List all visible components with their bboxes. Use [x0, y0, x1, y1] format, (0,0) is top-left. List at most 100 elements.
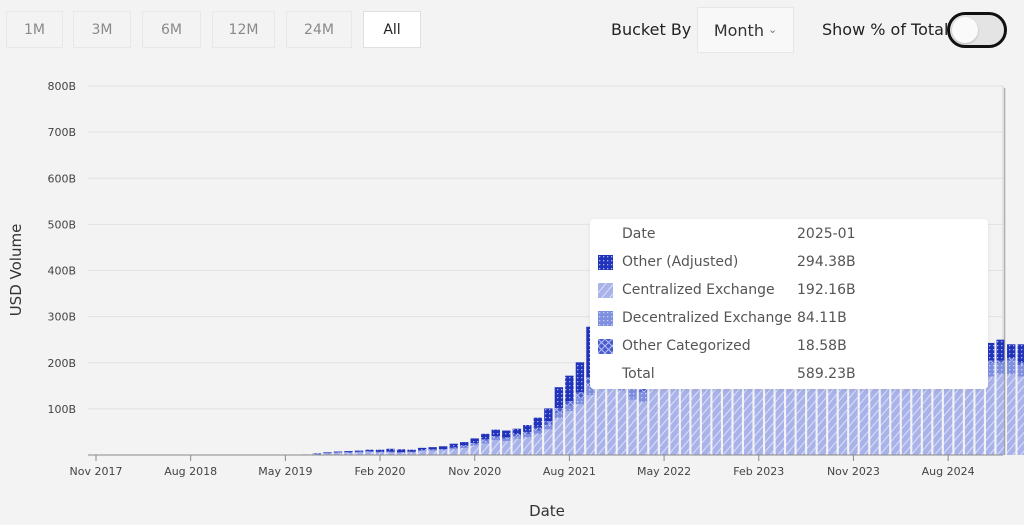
bar-segment-decentralized-exchange[interactable]: [491, 437, 500, 441]
bar-segment-other-categorized[interactable]: [428, 449, 437, 451]
bar-segment-other-adjusted[interactable]: [438, 446, 448, 450]
bar-segment-other-categorized[interactable]: [460, 445, 469, 447]
bar-segment-centralized-exchange[interactable]: [859, 377, 869, 455]
bar-segment-other-categorized[interactable]: [512, 434, 521, 437]
bar-segment-centralized-exchange[interactable]: [1017, 376, 1024, 455]
bar-segment-other-adjusted[interactable]: [554, 387, 564, 408]
bar-segment-other-categorized[interactable]: [996, 360, 1005, 363]
bar-segment-decentralized-exchange[interactable]: [638, 391, 648, 402]
bar-segment-other-categorized[interactable]: [470, 443, 479, 444]
bar-segment-other-adjusted[interactable]: [365, 449, 374, 452]
bar-segment-other-categorized[interactable]: [386, 451, 395, 453]
bar-segment-decentralized-exchange[interactable]: [533, 430, 543, 435]
bar-segment-centralized-exchange[interactable]: [870, 378, 879, 455]
bar-segment-other-adjusted[interactable]: [470, 438, 479, 444]
bar-segment-decentralized-exchange[interactable]: [481, 440, 490, 444]
bar-segment-centralized-exchange[interactable]: [596, 385, 606, 455]
bar-segment-other-adjusted[interactable]: [565, 375, 574, 402]
bar-segment-other-adjusted[interactable]: [544, 408, 553, 422]
bar-segment-centralized-exchange[interactable]: [417, 451, 427, 455]
bar-segment-other-adjusted[interactable]: [312, 453, 322, 454]
bar-segment-other-categorized[interactable]: [438, 449, 448, 450]
bar-segment-centralized-exchange[interactable]: [975, 377, 984, 455]
bar-segment-centralized-exchange[interactable]: [628, 399, 637, 455]
bar-segment-decentralized-exchange[interactable]: [544, 425, 553, 430]
bar-segment-centralized-exchange[interactable]: [617, 390, 627, 455]
bar-segment-centralized-exchange[interactable]: [523, 437, 532, 455]
bar-segment-other-adjusted[interactable]: [491, 429, 500, 437]
bar-segment-other-adjusted[interactable]: [512, 428, 521, 435]
bar-segment-other-adjusted[interactable]: [523, 425, 532, 432]
bar-segment-other-categorized[interactable]: [417, 450, 427, 451]
bar-segment-centralized-exchange[interactable]: [838, 378, 848, 455]
bar-segment-other-adjusted[interactable]: [428, 447, 437, 450]
bar-segment-centralized-exchange[interactable]: [638, 401, 648, 455]
bar-segment-decentralized-exchange[interactable]: [554, 412, 564, 419]
bar-segment-other-categorized[interactable]: [1017, 362, 1024, 366]
bar-segment-decentralized-exchange[interactable]: [996, 362, 1005, 375]
bar-segment-other-adjusted[interactable]: [1007, 344, 1016, 359]
bar-segment-other-categorized[interactable]: [523, 431, 532, 435]
bar-segment-other-adjusted[interactable]: [354, 450, 364, 452]
bar-segment-decentralized-exchange[interactable]: [512, 436, 521, 439]
bar-segment-centralized-exchange[interactable]: [786, 378, 795, 455]
bar-segment-centralized-exchange[interactable]: [986, 376, 995, 455]
bar-segment-centralized-exchange[interactable]: [575, 404, 585, 455]
bar-segment-other-adjusted[interactable]: [449, 443, 458, 448]
bar-segment-other-categorized[interactable]: [396, 452, 406, 453]
bar-segment-centralized-exchange[interactable]: [449, 449, 458, 455]
bar-segment-centralized-exchange[interactable]: [1007, 374, 1016, 455]
bar-segment-other-adjusted[interactable]: [996, 339, 1005, 361]
bar-segment-other-adjusted[interactable]: [502, 430, 511, 438]
bar-segment-centralized-exchange[interactable]: [996, 374, 1005, 455]
bar-segment-centralized-exchange[interactable]: [460, 448, 469, 455]
bar-segment-other-adjusted[interactable]: [417, 447, 427, 451]
bar-segment-decentralized-exchange[interactable]: [1007, 360, 1016, 375]
bar-segment-other-categorized[interactable]: [449, 447, 458, 449]
bar-segment-centralized-exchange[interactable]: [670, 378, 679, 455]
bar-segment-other-categorized[interactable]: [554, 407, 564, 413]
bar-segment-other-categorized[interactable]: [565, 401, 574, 406]
bar-segment-other-categorized[interactable]: [481, 439, 490, 441]
bar-segment-other-categorized[interactable]: [533, 427, 543, 431]
bar-segment-centralized-exchange[interactable]: [659, 381, 669, 455]
bar-segment-other-adjusted[interactable]: [481, 433, 490, 440]
bar-segment-decentralized-exchange[interactable]: [575, 397, 585, 405]
bar-segment-centralized-exchange[interactable]: [481, 443, 490, 455]
bar-segment-decentralized-exchange[interactable]: [449, 448, 458, 450]
bar-segment-other-adjusted[interactable]: [323, 452, 332, 453]
bar-segment-other-adjusted[interactable]: [1017, 344, 1024, 363]
bar-segment-centralized-exchange[interactable]: [891, 378, 900, 455]
bar-segment-other-adjusted[interactable]: [575, 362, 585, 393]
bar-segment-other-adjusted[interactable]: [407, 449, 416, 452]
bar-segment-other-categorized[interactable]: [544, 421, 553, 426]
bar-segment-centralized-exchange[interactable]: [754, 378, 763, 455]
bar-segment-centralized-exchange[interactable]: [828, 378, 837, 455]
bar-segment-other-adjusted[interactable]: [386, 448, 395, 452]
bar-segment-decentralized-exchange[interactable]: [1017, 365, 1024, 377]
bar-segment-other-categorized[interactable]: [1007, 358, 1016, 361]
bar-segment-other-categorized[interactable]: [365, 451, 374, 452]
bar-segment-centralized-exchange[interactable]: [565, 411, 574, 455]
bar-segment-other-adjusted[interactable]: [533, 417, 543, 428]
bar-segment-centralized-exchange[interactable]: [796, 381, 806, 455]
bar-segment-other-categorized[interactable]: [375, 451, 385, 453]
bar-segment-other-adjusted[interactable]: [396, 449, 406, 453]
bar-segment-other-categorized[interactable]: [344, 452, 353, 453]
bar-segment-centralized-exchange[interactable]: [502, 441, 511, 455]
bar-segment-centralized-exchange[interactable]: [470, 445, 479, 455]
bar-segment-centralized-exchange[interactable]: [880, 380, 890, 455]
bar-segment-centralized-exchange[interactable]: [428, 450, 437, 455]
bar-segment-other-categorized[interactable]: [354, 451, 364, 453]
bar-segment-centralized-exchange[interactable]: [912, 378, 921, 455]
bar-segment-centralized-exchange[interactable]: [544, 429, 553, 455]
bar-segment-decentralized-exchange[interactable]: [502, 438, 511, 442]
bar-segment-decentralized-exchange[interactable]: [523, 434, 532, 438]
bar-segment-other-categorized[interactable]: [491, 436, 500, 438]
bar-segment-other-categorized[interactable]: [407, 451, 416, 453]
bar-segment-other-adjusted[interactable]: [375, 449, 385, 452]
bar-segment-centralized-exchange[interactable]: [533, 434, 543, 455]
bar-segment-other-categorized[interactable]: [575, 392, 585, 398]
bar-segment-centralized-exchange[interactable]: [438, 450, 448, 455]
bar-segment-other-adjusted[interactable]: [344, 451, 353, 453]
